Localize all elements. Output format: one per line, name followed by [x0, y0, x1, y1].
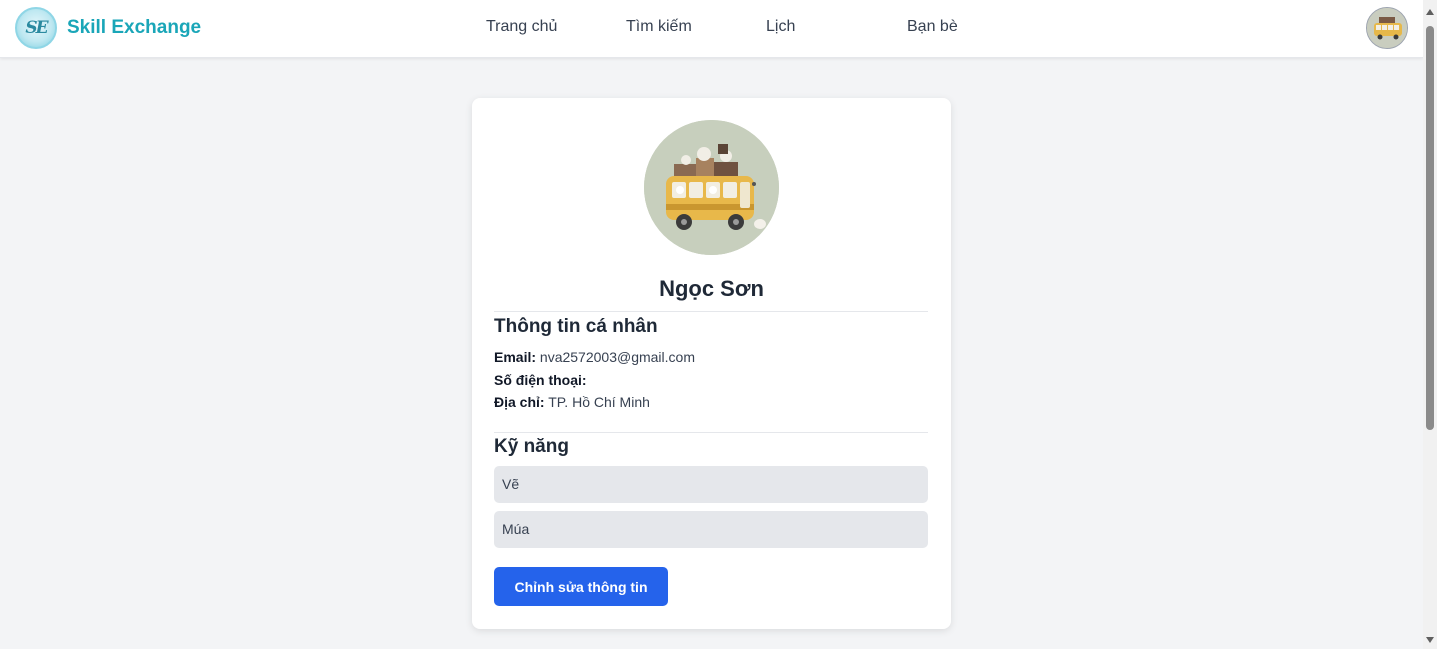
profile-name: Ngọc Sơn [659, 276, 764, 301]
nav-link-calendar[interactable]: Lịch [766, 18, 795, 36]
divider [494, 311, 928, 312]
scroll-down-arrow-icon[interactable] [1426, 637, 1434, 643]
address-value: TP. Hồ Chí Minh [548, 394, 650, 410]
page-scrollbar[interactable] [1423, 0, 1437, 649]
scroll-thumb[interactable] [1426, 26, 1434, 430]
skills-heading: Kỹ năng [494, 436, 569, 457]
user-avatar-button[interactable] [1366, 7, 1408, 49]
top-navbar: SE Skill Exchange Trang chủ Tìm kiếm Lịc… [0, 0, 1423, 58]
divider [494, 432, 928, 433]
personal-info-heading: Thông tin cá nhân [494, 316, 658, 337]
nav-link-friends[interactable]: Bạn bè [907, 18, 958, 36]
brand[interactable]: SE Skill Exchange [15, 7, 201, 49]
address-row: Địa chỉ: TP. Hồ Chí Minh [494, 394, 650, 410]
bus-illustration-image [644, 120, 779, 255]
phone-label: Số điện thoại: [494, 372, 587, 388]
bus-avatar-image [1367, 8, 1407, 48]
skill-item: Múa [494, 511, 928, 548]
email-value: nva2572003@gmail.com [539, 349, 695, 365]
brand-name[interactable]: Skill Exchange [67, 17, 201, 39]
nav-link-search[interactable]: Tìm kiếm [626, 18, 692, 36]
profile-card: Ngọc Sơn Thông tin cá nhân Email: nva257… [472, 98, 951, 629]
phone-row: Số điện thoại: [494, 372, 587, 388]
email-row: Email: nva2572003@gmail.com [494, 349, 695, 365]
scroll-up-arrow-icon[interactable] [1426, 9, 1434, 15]
edit-profile-button[interactable]: Chỉnh sửa thông tin [494, 567, 668, 606]
profile-picture [644, 120, 779, 255]
email-label: Email: [494, 349, 537, 365]
logo-icon[interactable]: SE [15, 7, 57, 49]
skill-item: Vẽ [494, 466, 928, 503]
address-label: Địa chỉ: [494, 394, 545, 410]
nav-link-home[interactable]: Trang chủ [486, 18, 557, 36]
